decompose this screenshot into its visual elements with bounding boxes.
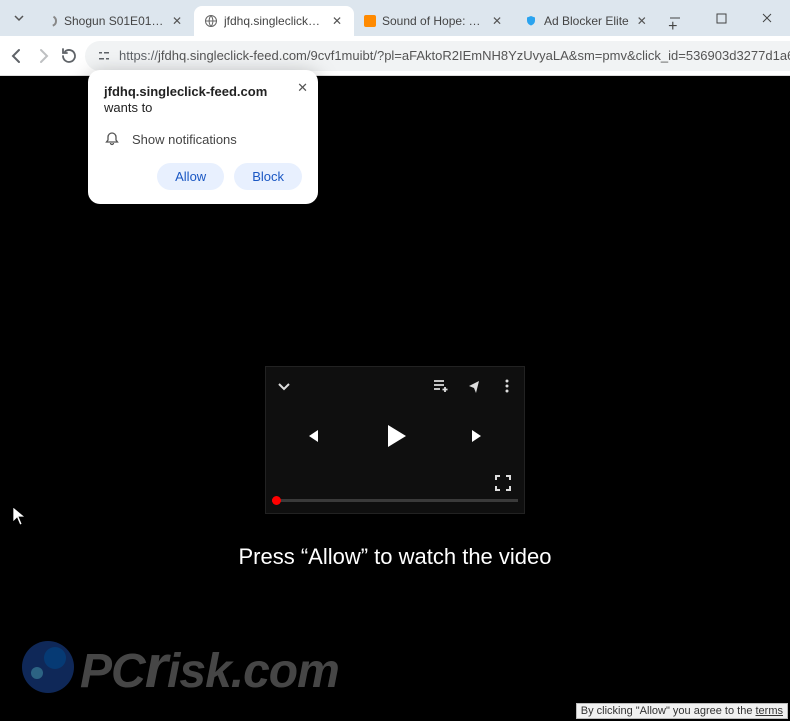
forward-button[interactable] [34, 41, 52, 71]
skip-next-icon [468, 426, 488, 446]
tab-close-button[interactable]: ✕ [635, 14, 649, 28]
watermark-logo-icon [22, 641, 74, 693]
play-button[interactable] [380, 421, 410, 451]
prompt-option-label: Show notifications [132, 132, 237, 147]
shield-icon [524, 14, 538, 28]
close-window-button[interactable] [744, 0, 790, 36]
player-menu-button[interactable] [500, 378, 514, 394]
chevron-down-icon [13, 12, 25, 24]
tab-label: Shogun S01E01.mp4 [64, 14, 164, 28]
address-bar[interactable]: https://jfdhq.singleclick-feed.com/9cvf1… [85, 41, 790, 71]
tab-close-button[interactable]: ✕ [170, 14, 184, 28]
minimize-icon [669, 12, 681, 24]
instruction-text: Press “Allow” to watch the video [0, 544, 790, 570]
globe-icon [204, 14, 218, 28]
window-controls [652, 0, 790, 36]
prompt-option-row: Show notifications [104, 131, 302, 147]
tab-strip: Shogun S01E01.mp4 ✕ jfdhq.singleclick-fe… [34, 0, 687, 36]
tab-close-button[interactable]: ✕ [490, 14, 504, 28]
seek-track [272, 499, 518, 502]
tab-label: Sound of Hope: The Story [382, 14, 484, 28]
notification-permission-prompt: ✕ jfdhq.singleclick-feed.com wants to Sh… [88, 70, 318, 204]
tab-label: Ad Blocker Elite [544, 14, 629, 28]
chevron-down-icon [276, 378, 292, 394]
queue-button[interactable] [432, 377, 450, 395]
tab-item-2[interactable]: Sound of Hope: The Story ✕ [354, 6, 514, 36]
video-player [265, 366, 525, 514]
player-topbar [266, 367, 524, 405]
play-icon [380, 421, 410, 451]
window-titlebar: Shogun S01E01.mp4 ✕ jfdhq.singleclick-fe… [0, 0, 790, 36]
maximize-icon [716, 13, 727, 24]
fullscreen-button[interactable] [494, 474, 512, 492]
playlist-add-icon [432, 377, 450, 395]
footer-prefix: By clicking "Allow" you agree to the [581, 705, 756, 717]
share-icon [466, 377, 484, 395]
player-controls [266, 405, 524, 467]
loading-spinner-icon [44, 14, 58, 28]
skip-previous-icon [302, 426, 322, 446]
tab-label: jfdhq.singleclick-feed.com/ [224, 14, 324, 28]
prompt-domain: jfdhq.singleclick-feed.com [104, 84, 302, 99]
minimize-button[interactable] [652, 0, 698, 36]
block-button[interactable]: Block [234, 163, 302, 190]
collapse-button[interactable] [276, 378, 292, 394]
watermark-text: PCrisk.com [80, 632, 339, 701]
arrow-left-icon [8, 47, 26, 65]
seek-handle-icon[interactable] [272, 496, 281, 505]
tab-item-1[interactable]: jfdhq.singleclick-feed.com/ ✕ [194, 6, 354, 36]
prev-track-button[interactable] [302, 426, 322, 446]
arrow-right-icon [34, 47, 52, 65]
footer-terms-link[interactable]: terms [756, 705, 784, 717]
seek-bar[interactable] [266, 499, 524, 513]
tab-close-button[interactable]: ✕ [330, 14, 344, 28]
footer-consent-note: By clicking "Allow" you agree to the ter… [576, 703, 788, 719]
fullscreen-icon [494, 474, 512, 492]
site-favicon-icon [364, 14, 376, 28]
tab-item-3[interactable]: Ad Blocker Elite ✕ [514, 6, 659, 36]
player-bottombar [266, 467, 524, 499]
bell-icon [104, 131, 120, 147]
reload-icon [60, 47, 77, 64]
next-track-button[interactable] [468, 426, 488, 446]
prompt-buttons: Allow Block [104, 163, 302, 190]
back-button[interactable] [8, 41, 26, 71]
prompt-close-button[interactable]: ✕ [297, 80, 308, 96]
maximize-button[interactable] [698, 0, 744, 36]
kebab-icon [500, 378, 514, 394]
prompt-wants-to: wants to [104, 100, 302, 115]
url-text: https://jfdhq.singleclick-feed.com/9cvf1… [119, 48, 790, 63]
watermark: PCrisk.com [22, 632, 339, 701]
mouse-cursor-icon [12, 506, 26, 526]
tab-search-button[interactable] [4, 12, 34, 24]
close-icon [761, 12, 773, 24]
site-settings-icon[interactable] [97, 49, 111, 63]
tab-item-0[interactable]: Shogun S01E01.mp4 ✕ [34, 6, 194, 36]
share-button[interactable] [466, 377, 484, 395]
reload-button[interactable] [60, 41, 77, 71]
allow-button[interactable]: Allow [157, 163, 224, 190]
